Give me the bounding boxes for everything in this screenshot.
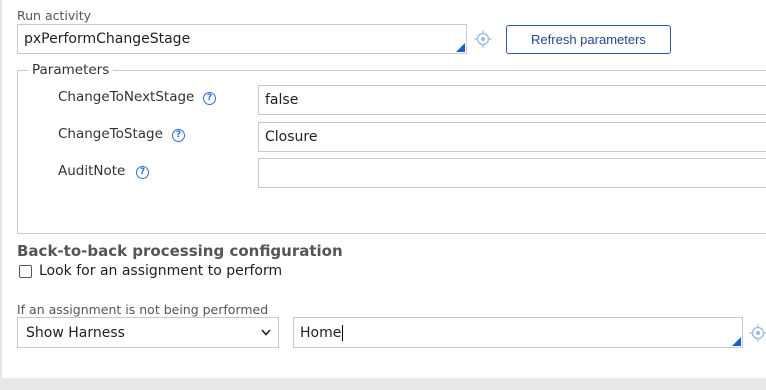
run-activity-value: pxPerformChangeStage (24, 31, 191, 47)
help-icon[interactable]: ? (203, 92, 216, 105)
help-icon[interactable]: ? (136, 166, 149, 179)
param-label-changetostage: ChangeToStage (58, 126, 163, 142)
not-performed-label: If an assignment is not being performed (17, 302, 269, 317)
param-label-changetonextstage: ChangeToNextStage (58, 89, 195, 105)
autocomplete-corner-icon (456, 43, 465, 52)
harness-value: Home (300, 324, 342, 341)
chevron-down-icon (261, 329, 271, 336)
text-cursor (342, 324, 344, 341)
not-performed-select[interactable]: Show Harness (17, 317, 279, 348)
target-icon[interactable] (749, 324, 766, 342)
target-icon[interactable] (474, 30, 492, 48)
param-input-auditnote[interactable] (258, 158, 766, 188)
param-label-auditnote: AuditNote (58, 163, 126, 179)
autocomplete-corner-icon (732, 337, 741, 346)
look-for-assignment-label[interactable]: Look for an assignment to perform (39, 263, 282, 279)
param-value-changetostage: Closure (265, 129, 318, 145)
refresh-parameters-button[interactable]: Refresh parameters (506, 25, 671, 54)
left-border (0, 0, 2, 380)
back-to-back-title: Back-to-back processing configuration (17, 242, 343, 260)
param-value-changetonextstage: false (265, 92, 299, 108)
run-activity-label: Run activity (17, 8, 92, 23)
harness-input[interactable]: Home (293, 317, 743, 348)
not-performed-select-value: Show Harness (26, 324, 125, 341)
param-input-changetonextstage[interactable]: false (258, 85, 766, 115)
help-icon[interactable]: ? (172, 129, 185, 142)
look-for-assignment-checkbox[interactable] (19, 265, 32, 278)
run-activity-input[interactable]: pxPerformChangeStage (17, 24, 467, 54)
bottom-bar (0, 378, 766, 390)
parameters-legend: Parameters (28, 62, 114, 78)
param-input-changetostage[interactable]: Closure (258, 122, 766, 152)
